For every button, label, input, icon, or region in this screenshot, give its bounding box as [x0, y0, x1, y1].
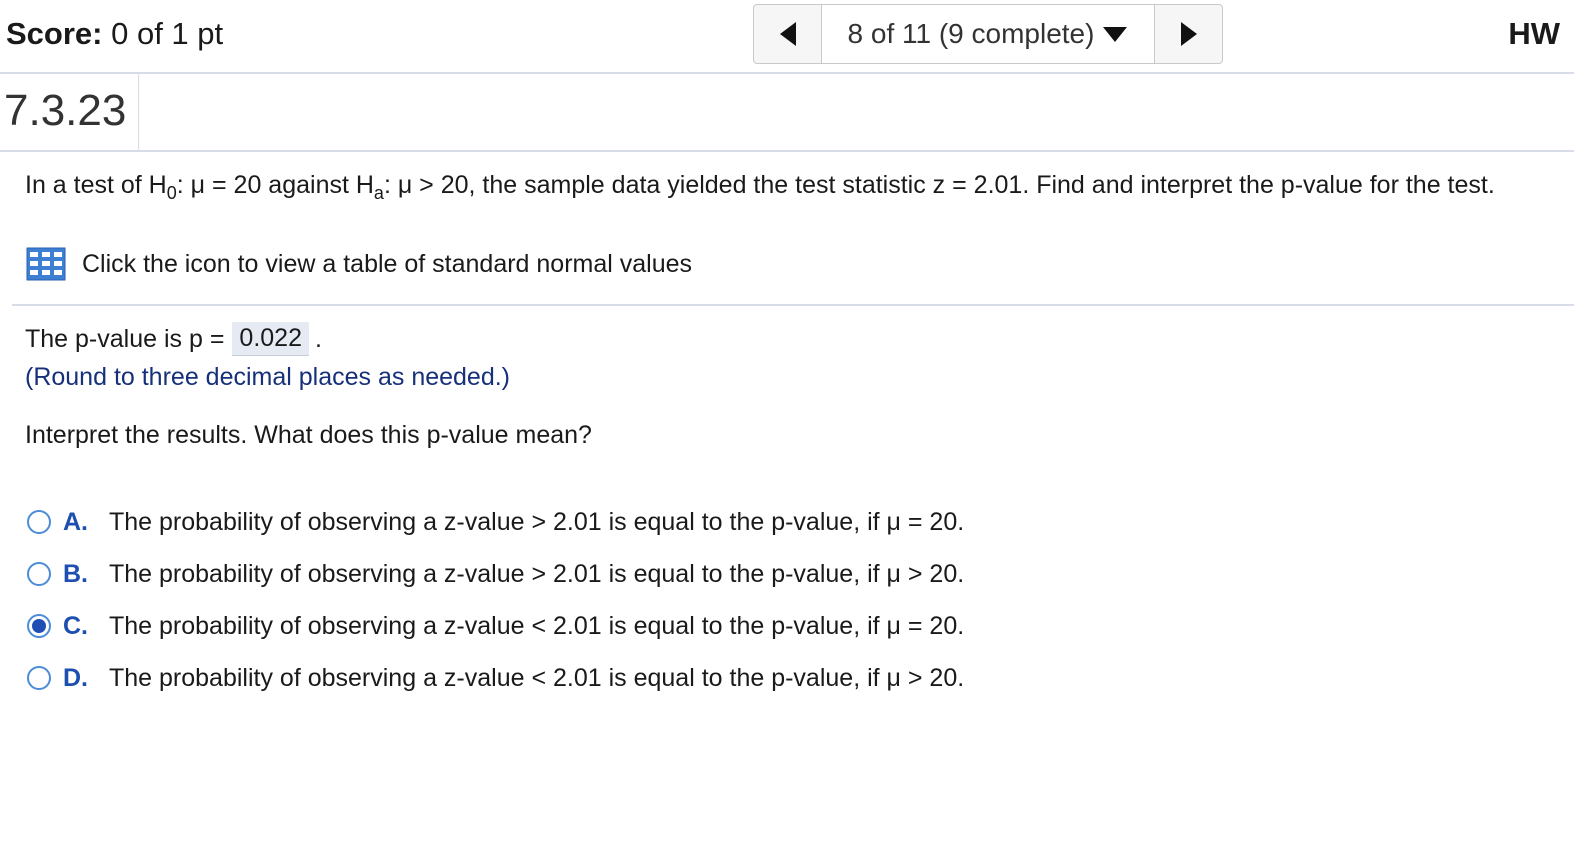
- question-position-label: 8 of 11 (9 complete): [847, 18, 1095, 49]
- question-number: 7.3.23: [4, 86, 127, 135]
- question-part-3: : μ > 20, the sample data yielded the te…: [383, 171, 1495, 199]
- question-part-2: : μ = 20 against H: [176, 171, 374, 199]
- option-b[interactable]: B. The probability of observing a z-valu…: [27, 548, 964, 600]
- option-a[interactable]: A. The probability of observing a z-valu…: [27, 496, 964, 548]
- question-list-dropdown[interactable]: 8 of 11 (9 complete): [822, 5, 1154, 63]
- triangle-left-icon: [779, 22, 796, 46]
- table-icon[interactable]: [26, 247, 66, 281]
- top-bar: Score: 0 of 1 pt 8 of 11 (9 complete) HW: [0, 0, 1574, 74]
- score-display: Score: 0 of 1 pt: [6, 16, 223, 52]
- option-letter: A.: [63, 507, 88, 536]
- score-value: 0 of 1 pt: [111, 16, 224, 51]
- option-text: The probability of observing a z-value <…: [109, 611, 965, 640]
- question-navigator: 8 of 11 (9 complete): [753, 4, 1223, 64]
- pvalue-answer-field[interactable]: 0.022: [232, 322, 309, 356]
- option-d[interactable]: D. The probability of observing a z-valu…: [27, 652, 964, 704]
- option-text: The probability of observing a z-value >…: [109, 559, 965, 588]
- normal-table-link[interactable]: Click the icon to view a table of standa…: [26, 247, 692, 281]
- option-letter: D.: [63, 663, 88, 692]
- section-divider: [12, 304, 1574, 306]
- radio-button[interactable]: [27, 666, 51, 690]
- next-question-button[interactable]: [1154, 5, 1222, 63]
- question-part-1: In a test of H: [25, 171, 167, 199]
- option-letter: C.: [63, 611, 88, 640]
- radio-button[interactable]: [27, 510, 51, 534]
- previous-question-button[interactable]: [754, 5, 822, 63]
- radio-button[interactable]: [27, 562, 51, 586]
- pvalue-line: The p-value is p = 0.022 .: [25, 322, 322, 356]
- pvalue-suffix: .: [314, 324, 322, 353]
- triangle-right-icon: [1180, 22, 1197, 46]
- pvalue-prefix: The p-value is p =: [25, 324, 225, 353]
- question-number-row: 7.3.23: [0, 74, 1574, 152]
- table-link-text: Click the icon to view a table of standa…: [82, 249, 693, 278]
- option-text: The probability of observing a z-value >…: [109, 507, 965, 536]
- answer-options: A. The probability of observing a z-valu…: [27, 496, 964, 704]
- question-text: In a test of H0: μ = 20 against Ha: μ > …: [25, 171, 1495, 203]
- option-text: The probability of observing a z-value <…: [109, 663, 965, 692]
- caret-down-icon: [1103, 27, 1128, 42]
- hw-label: HW: [1508, 16, 1560, 51]
- score-label: Score:: [6, 16, 103, 51]
- rounding-note: (Round to three decimal places as needed…: [25, 363, 511, 391]
- divider: [138, 74, 139, 150]
- option-c[interactable]: C. The probability of observing a z-valu…: [27, 600, 964, 652]
- interpret-prompt: Interpret the results. What does this p-…: [25, 421, 592, 449]
- option-letter: B.: [63, 559, 88, 588]
- radio-button-selected[interactable]: [27, 614, 51, 638]
- alt-hypothesis-subscript: a: [373, 183, 384, 203]
- null-hypothesis-subscript: 0: [166, 183, 177, 203]
